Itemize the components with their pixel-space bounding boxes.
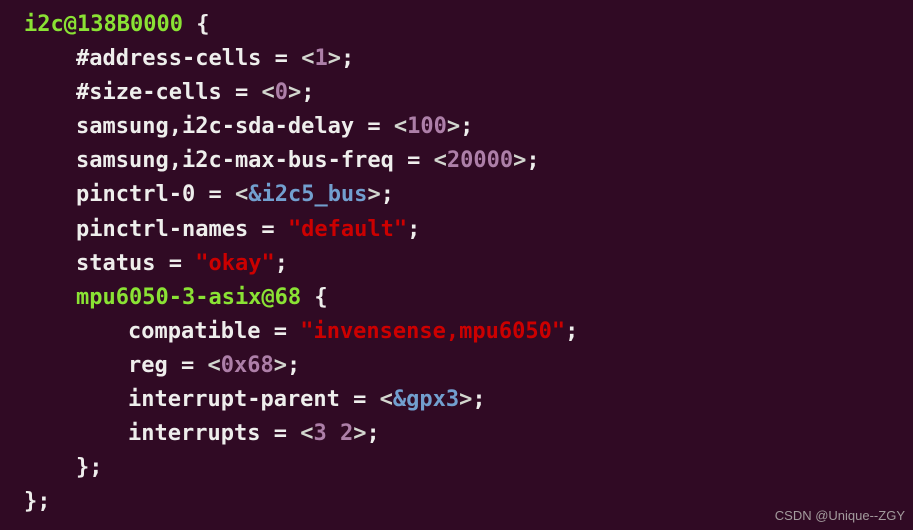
- angle-open: <: [394, 114, 407, 139]
- code-line: interrupt-parent = <&gpx3>;: [24, 383, 913, 417]
- code-line: pinctrl-names = "default";: [24, 213, 913, 247]
- semicolon: ;: [565, 319, 578, 344]
- equals: =: [260, 319, 300, 344]
- equals: =: [354, 114, 394, 139]
- open-brace: {: [183, 12, 210, 37]
- angle-close: >: [274, 353, 287, 378]
- code-line: samsung,i2c-max-bus-freq = <20000>;: [24, 144, 913, 178]
- property-key: #size-cells: [76, 80, 222, 105]
- angle-close: >: [353, 421, 366, 446]
- equals: =: [261, 46, 301, 71]
- equals: =: [195, 182, 235, 207]
- reference: &gpx3: [393, 387, 459, 412]
- semicolon: ;: [366, 421, 379, 446]
- semicolon: ;: [381, 182, 394, 207]
- code-line: i2c@138B0000 {: [24, 8, 913, 42]
- open-brace: {: [301, 285, 328, 310]
- node-name: i2c@138B0000: [24, 12, 183, 37]
- number-literal: 3: [313, 421, 326, 446]
- angle-close: >: [513, 148, 526, 173]
- angle-close: >: [288, 80, 301, 105]
- string-literal: "okay": [195, 251, 274, 276]
- semicolon: ;: [407, 217, 420, 242]
- property-key: reg: [128, 353, 168, 378]
- code-line: compatible = "invensense,mpu6050";: [24, 315, 913, 349]
- device-tree-code: i2c@138B0000 { #address-cells = <1>; #si…: [24, 8, 913, 519]
- property-key: status: [76, 251, 155, 276]
- angle-open: <: [208, 353, 221, 378]
- number-literal: 100: [407, 114, 447, 139]
- code-line: samsung,i2c-sda-delay = <100>;: [24, 110, 913, 144]
- code-line: #size-cells = <0>;: [24, 76, 913, 110]
- property-key: pinctrl-0: [76, 182, 195, 207]
- property-key: pinctrl-names: [76, 217, 248, 242]
- code-line: interrupts = <3 2>;: [24, 417, 913, 451]
- semicolon: ;: [287, 353, 300, 378]
- angle-close: >: [447, 114, 460, 139]
- property-key: #address-cells: [76, 46, 261, 71]
- equals: =: [155, 251, 195, 276]
- equals: =: [260, 421, 300, 446]
- property-key: samsung,i2c-max-bus-freq: [76, 148, 394, 173]
- angle-open: <: [380, 387, 393, 412]
- code-line: mpu6050-3-asix@68 {: [24, 281, 913, 315]
- angle-open: <: [301, 46, 314, 71]
- code-line: status = "okay";: [24, 247, 913, 281]
- semicolon: ;: [526, 148, 539, 173]
- watermark: CSDN @Unique--ZGY: [775, 506, 905, 526]
- code-line: pinctrl-0 = <&i2c5_bus>;: [24, 178, 913, 212]
- equals: =: [394, 148, 434, 173]
- property-key: compatible: [128, 319, 260, 344]
- string-literal: "invensense,mpu6050": [300, 319, 565, 344]
- angle-open: <: [235, 182, 248, 207]
- equals: =: [222, 80, 262, 105]
- reference: &i2c5_bus: [248, 182, 367, 207]
- equals: =: [340, 387, 380, 412]
- child-node-name: mpu6050-3-asix@68: [76, 285, 301, 310]
- number-literal: 2: [340, 421, 353, 446]
- angle-close: >: [367, 182, 380, 207]
- number-literal: 1: [314, 46, 327, 71]
- angle-open: <: [434, 148, 447, 173]
- number-literal: 20000: [447, 148, 513, 173]
- property-key: samsung,i2c-sda-delay: [76, 114, 354, 139]
- property-key: interrupt-parent: [128, 387, 340, 412]
- close-brace: };: [76, 455, 103, 480]
- semicolon: ;: [341, 46, 354, 71]
- string-literal: "default": [288, 217, 407, 242]
- close-brace: };: [24, 489, 51, 514]
- equals: =: [248, 217, 288, 242]
- semicolon: ;: [301, 80, 314, 105]
- property-key: interrupts: [128, 421, 260, 446]
- angle-close: >: [328, 46, 341, 71]
- semicolon: ;: [472, 387, 485, 412]
- semicolon: ;: [275, 251, 288, 276]
- angle-close: >: [459, 387, 472, 412]
- equals: =: [168, 353, 208, 378]
- angle-open: <: [261, 80, 274, 105]
- code-line: reg = <0x68>;: [24, 349, 913, 383]
- code-line: };: [24, 451, 913, 485]
- space: [327, 421, 340, 446]
- code-line: #address-cells = <1>;: [24, 42, 913, 76]
- number-literal: 0x68: [221, 353, 274, 378]
- number-literal: 0: [275, 80, 288, 105]
- angle-open: <: [300, 421, 313, 446]
- semicolon: ;: [460, 114, 473, 139]
